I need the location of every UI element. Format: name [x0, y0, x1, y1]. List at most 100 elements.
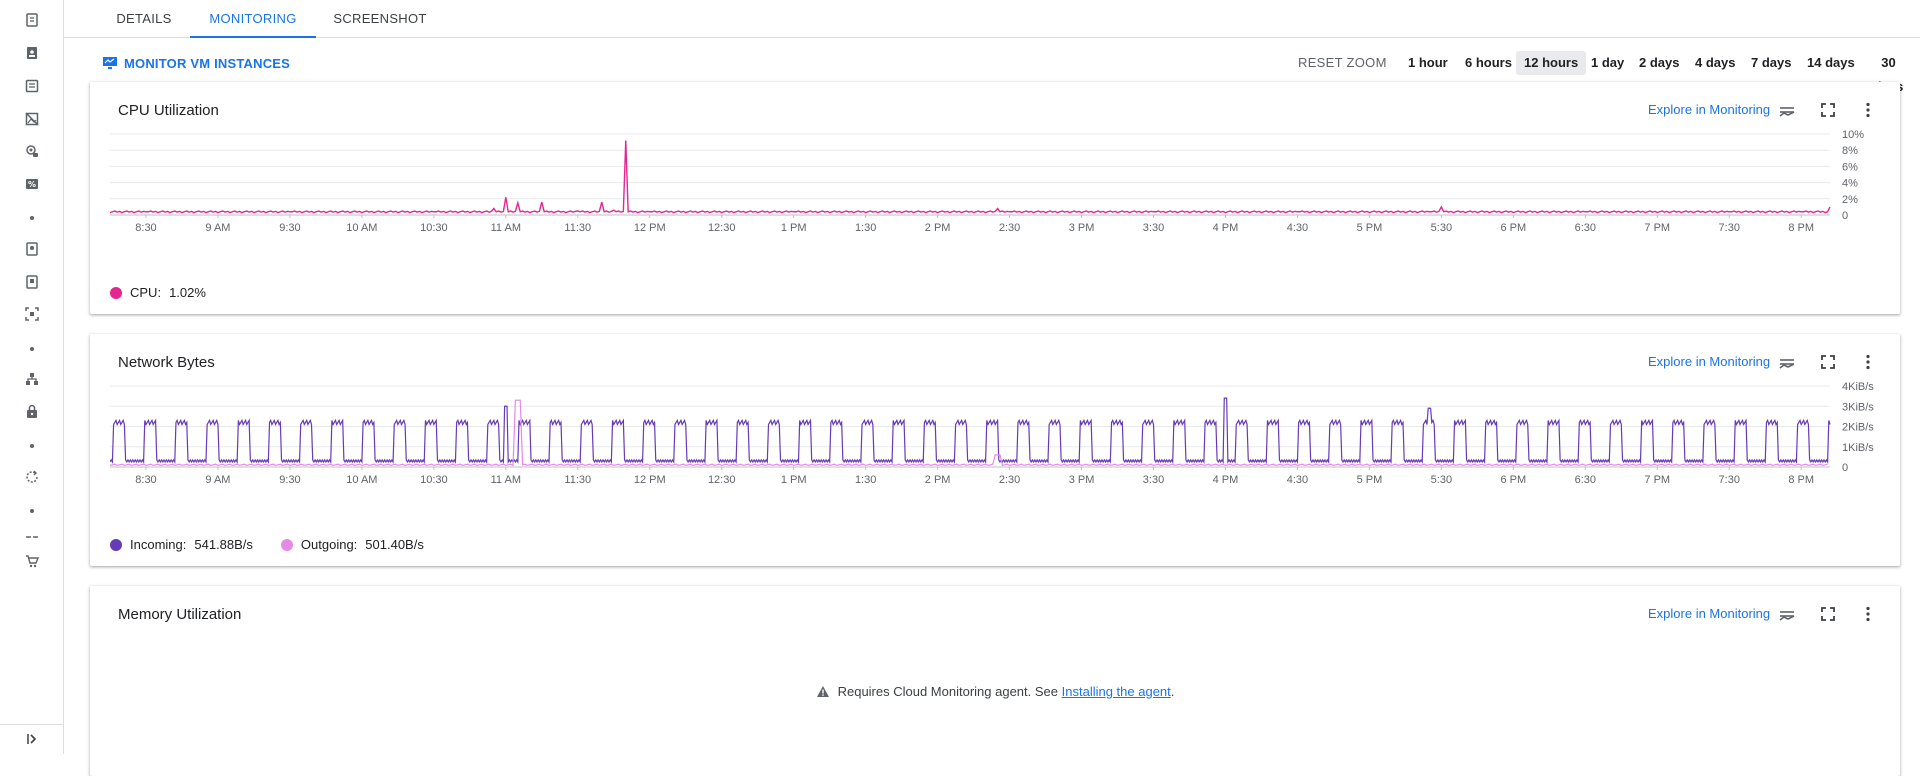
range-4-days[interactable]: 4 days: [1687, 51, 1743, 75]
chart-title: Memory Utilization: [118, 606, 242, 623]
separator-dot: [30, 216, 34, 220]
range-6-hours[interactable]: 6 hours: [1457, 51, 1520, 75]
rail-footer: [0, 724, 64, 754]
image-off-icon[interactable]: [24, 111, 40, 127]
range-1-day[interactable]: 1 day: [1583, 51, 1632, 75]
separator-dot: [30, 347, 34, 351]
x-tick-label: 2:30: [999, 222, 1020, 234]
x-tick-label: 8:30: [135, 222, 156, 234]
expand-rail-icon[interactable]: [24, 731, 40, 747]
list-alt-icon[interactable]: [24, 78, 40, 94]
hierarchy-icon[interactable]: [24, 371, 40, 387]
notice-tail: .: [1170, 684, 1175, 699]
y-tick-label: 3KiB/s: [1842, 401, 1874, 413]
x-tick-label: 11:30: [564, 222, 591, 234]
svg-text:%: %: [28, 180, 36, 189]
x-tick-label: 11 AM: [491, 222, 521, 234]
x-tick-label: 3:30: [1143, 222, 1164, 234]
lock-bag-icon[interactable]: [24, 404, 40, 420]
more-vert-icon[interactable]: [1858, 352, 1878, 372]
legend-item-incoming[interactable]: Incoming: 541.88B/s: [110, 537, 253, 552]
x-tick-label: 8:30: [135, 474, 156, 486]
x-tick-label: 8 PM: [1788, 222, 1814, 234]
disk-icon[interactable]: [24, 241, 40, 257]
legend-value: 501.40B/s: [365, 537, 424, 552]
tab-screenshot[interactable]: SCREENSHOT: [320, 0, 440, 38]
range-30-days[interactable]: 30 days: [1857, 51, 1920, 94]
x-tick-label: 7:30: [1719, 474, 1740, 486]
y-tick-label: 6%: [1842, 161, 1858, 173]
x-tick-label: 4:30: [1287, 474, 1308, 486]
fullscreen-icon[interactable]: [1818, 604, 1838, 624]
cpu-series-line: [110, 140, 1831, 214]
legend-toggle-icon[interactable]: [1777, 352, 1797, 372]
memory-chart-card: Memory Utilization Explore in Monitoring…: [90, 586, 1900, 776]
x-tick-label: 10 AM: [346, 474, 377, 486]
legend-toggle-icon[interactable]: [1777, 604, 1797, 624]
x-tick-label: 10:30: [420, 474, 448, 486]
x-tick-label: 1:30: [855, 222, 876, 234]
cpu-legend: CPU: 1.02%: [110, 285, 206, 300]
left-nav-rail: %: [0, 0, 64, 754]
x-tick-label: 6 PM: [1501, 474, 1527, 486]
x-tick-label: 5:30: [1431, 474, 1452, 486]
legend-value: 1.02%: [169, 285, 206, 300]
x-tick-label: 4 PM: [1213, 474, 1239, 486]
y-tick-label: 4KiB/s: [1842, 381, 1874, 393]
y-tick-label: 4%: [1842, 178, 1858, 190]
y-tick-label: 2%: [1842, 194, 1858, 206]
x-tick-label: 5:30: [1431, 222, 1452, 234]
range-1-hour[interactable]: 1 hour: [1400, 51, 1456, 75]
y-tick-label: 0: [1842, 210, 1848, 222]
more-vert-icon[interactable]: [1858, 100, 1878, 120]
monitor-vm-instances-link[interactable]: MONITOR VM INSTANCES: [102, 54, 290, 72]
legend-swatch: [110, 538, 122, 551]
explore-in-monitoring-link[interactable]: Explore in Monitoring: [1648, 354, 1770, 369]
checklist-icon[interactable]: [24, 533, 40, 549]
tab-details[interactable]: DETAILS: [90, 0, 198, 38]
contact-page-icon[interactable]: [24, 45, 40, 61]
range-14-days[interactable]: 14 days: [1799, 51, 1863, 75]
legend-swatch: [110, 286, 122, 299]
y-tick-label: 2KiB/s: [1842, 422, 1874, 434]
installing-agent-link[interactable]: Installing the agent: [1062, 684, 1171, 699]
x-tick-label: 7 PM: [1644, 474, 1670, 486]
range-7-days[interactable]: 7 days: [1743, 51, 1799, 75]
disk-alt-icon[interactable]: [24, 274, 40, 290]
more-vert-icon[interactable]: [1858, 604, 1878, 624]
legend-item-outgoing[interactable]: Outgoing: 501.40B/s: [280, 537, 424, 552]
x-tick-label: 12:30: [708, 474, 736, 486]
x-tick-label: 2:30: [999, 474, 1020, 486]
tab-monitoring[interactable]: MONITORING: [190, 0, 316, 38]
x-tick-label: 11:30: [564, 474, 591, 486]
explore-in-monitoring-link[interactable]: Explore in Monitoring: [1648, 606, 1770, 621]
qr-scan-icon[interactable]: [24, 306, 40, 322]
x-tick-label: 1:30: [855, 474, 876, 486]
tab-bar: DETAILS MONITORING SCREENSHOT: [64, 0, 1920, 38]
report-icon[interactable]: [24, 12, 40, 28]
cpu-line-chart[interactable]: 10% 8% 6% 4% 2% 0 8:30 9 AM 9:30 10 AM 10:30 11 AM 1…: [110, 126, 1900, 258]
y-tick-label: 10%: [1842, 129, 1864, 141]
range-12-hours[interactable]: 12 hours: [1516, 51, 1587, 75]
reset-zoom-button[interactable]: RESET ZOOM: [1298, 51, 1387, 75]
fullscreen-icon[interactable]: [1818, 352, 1838, 372]
legend-toggle-icon[interactable]: [1777, 100, 1797, 120]
x-tick-label: 6:30: [1575, 222, 1596, 234]
x-tick-label: 6:30: [1575, 474, 1596, 486]
explore-in-monitoring-link[interactable]: Explore in Monitoring: [1648, 102, 1770, 117]
x-tick-label: 3 PM: [1069, 222, 1095, 234]
x-tick-label: 7:30: [1719, 222, 1740, 234]
range-2-days[interactable]: 2 days: [1631, 51, 1687, 75]
x-tick-label: 6 PM: [1501, 222, 1527, 234]
network-line-chart[interactable]: 4KiB/s 3KiB/s 2KiB/s 1KiB/s 0 8:30 9 AM 9:30 10 …: [110, 378, 1900, 510]
x-tick-label: 1 PM: [781, 222, 807, 234]
legend-label: Outgoing:: [300, 537, 358, 552]
settings-person-icon[interactable]: [24, 143, 40, 159]
sync-icon[interactable]: [24, 469, 40, 485]
fullscreen-icon[interactable]: [1818, 100, 1838, 120]
x-tick-label: 5 PM: [1357, 474, 1383, 486]
legend-item-cpu[interactable]: CPU: 1.02%: [110, 285, 206, 300]
marketplace-cart-icon[interactable]: [24, 553, 40, 569]
percent-icon[interactable]: %: [24, 176, 40, 192]
x-tick-label: 12 PM: [634, 222, 666, 234]
